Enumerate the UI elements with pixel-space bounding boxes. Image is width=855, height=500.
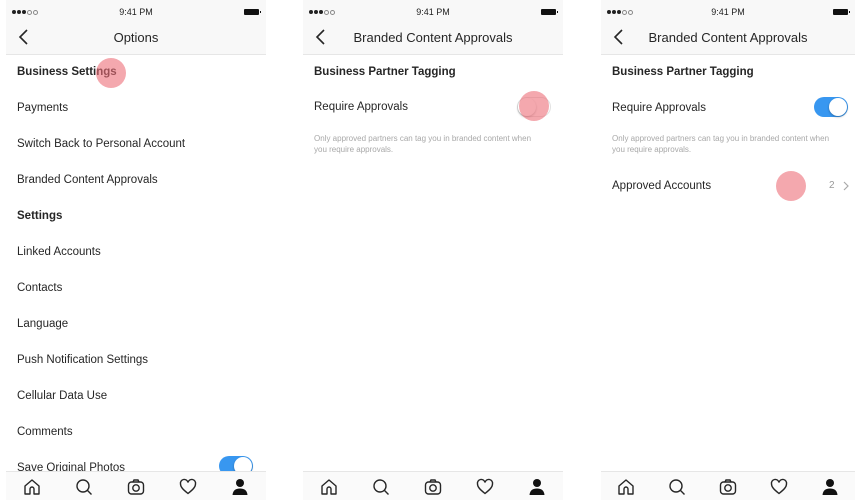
heart-icon: [179, 478, 197, 494]
options-screen: 9:41 PM Options Business Settings Paymen…: [6, 0, 266, 500]
menu-item-push-notifications[interactable]: Push Notification Settings: [17, 342, 266, 378]
menu-item-linked-accounts[interactable]: Linked Accounts: [17, 234, 266, 270]
status-time: 9:41 PM: [416, 7, 450, 17]
header: 9:41 PM Options: [6, 0, 266, 55]
tab-bar: [6, 471, 266, 500]
tab-profile[interactable]: [229, 476, 251, 498]
section-business-settings: Business Settings: [17, 66, 117, 78]
branded-content-screen-off: 9:41 PM Branded Content Approvals Busine…: [303, 0, 563, 500]
branded-content-screen-on: 9:41 PM Branded Content Approvals Busine…: [601, 0, 855, 500]
home-icon: [24, 478, 40, 495]
tab-search[interactable]: [370, 476, 392, 498]
battery-icon: [244, 9, 261, 15]
battery-icon: [833, 9, 850, 15]
tab-camera[interactable]: [717, 476, 739, 498]
tab-bar: [601, 471, 855, 500]
tab-search[interactable]: [666, 476, 688, 498]
section-business-partner-tagging: Business Partner Tagging: [314, 66, 456, 78]
camera-icon: [424, 478, 442, 495]
tab-search[interactable]: [73, 476, 95, 498]
tab-bar: [303, 471, 563, 500]
approved-accounts-count: 2: [829, 180, 835, 191]
require-approvals-toggle[interactable]: [814, 97, 848, 117]
require-approvals-hint: Only approved partners can tag you in br…: [314, 134, 532, 154]
tab-home[interactable]: [21, 476, 43, 498]
tab-camera[interactable]: [125, 476, 147, 498]
tab-activity[interactable]: [177, 476, 199, 498]
menu-item-cellular-data[interactable]: Cellular Data Use: [17, 378, 266, 414]
page-title: Options: [113, 30, 159, 45]
nav-bar: Options: [6, 22, 266, 52]
section-settings: Settings: [17, 210, 63, 222]
profile-icon: [529, 478, 545, 495]
menu-item-language[interactable]: Language: [17, 306, 266, 342]
status-time: 9:41 PM: [119, 7, 153, 17]
tab-activity[interactable]: [474, 476, 496, 498]
toggle-knob: [518, 98, 536, 116]
approved-accounts-row[interactable]: Approved Accounts: [612, 168, 855, 204]
chevron-right-icon: [843, 181, 849, 191]
search-icon: [76, 478, 92, 495]
require-approvals-hint: Only approved partners can tag you in br…: [612, 134, 830, 154]
tab-activity[interactable]: [768, 476, 790, 498]
nav-bar: Branded Content Approvals: [303, 22, 563, 52]
nav-bar: Branded Content Approvals: [601, 22, 855, 52]
menu-item-contacts[interactable]: Contacts: [17, 270, 266, 306]
tab-home[interactable]: [615, 476, 637, 498]
home-icon: [321, 478, 337, 495]
heart-icon: [476, 478, 494, 494]
tab-profile[interactable]: [526, 476, 548, 498]
menu-item-payments[interactable]: Payments: [17, 90, 266, 126]
tab-camera[interactable]: [422, 476, 444, 498]
page-title: Branded Content Approvals: [353, 30, 513, 45]
home-icon: [618, 478, 635, 495]
tab-home[interactable]: [318, 476, 340, 498]
page-title: Branded Content Approvals: [648, 30, 808, 45]
header: 9:41 PM Branded Content Approvals: [601, 0, 855, 55]
menu-item-switch-personal[interactable]: Switch Back to Personal Account: [17, 126, 266, 162]
status-bar: 9:41 PM: [601, 7, 855, 19]
profile-icon: [232, 478, 248, 495]
header: 9:41 PM Branded Content Approvals: [303, 0, 563, 55]
search-icon: [669, 478, 686, 495]
heart-icon: [770, 478, 787, 494]
menu-item-comments[interactable]: Comments: [17, 414, 266, 450]
camera-icon: [127, 478, 145, 495]
section-business-partner-tagging: Business Partner Tagging: [612, 66, 754, 78]
search-icon: [373, 478, 389, 495]
approved-accounts-label: Approved Accounts: [612, 180, 712, 192]
battery-icon: [541, 9, 558, 15]
tab-profile[interactable]: [819, 476, 841, 498]
status-bar: 9:41 PM: [303, 7, 563, 19]
require-approvals-toggle[interactable]: [517, 97, 551, 117]
menu-item-branded-content[interactable]: Branded Content Approvals: [17, 162, 266, 198]
status-time: 9:41 PM: [711, 7, 745, 17]
camera-icon: [719, 478, 737, 495]
profile-icon: [822, 478, 838, 495]
toggle-knob: [829, 98, 847, 116]
status-bar: 9:41 PM: [6, 7, 266, 19]
